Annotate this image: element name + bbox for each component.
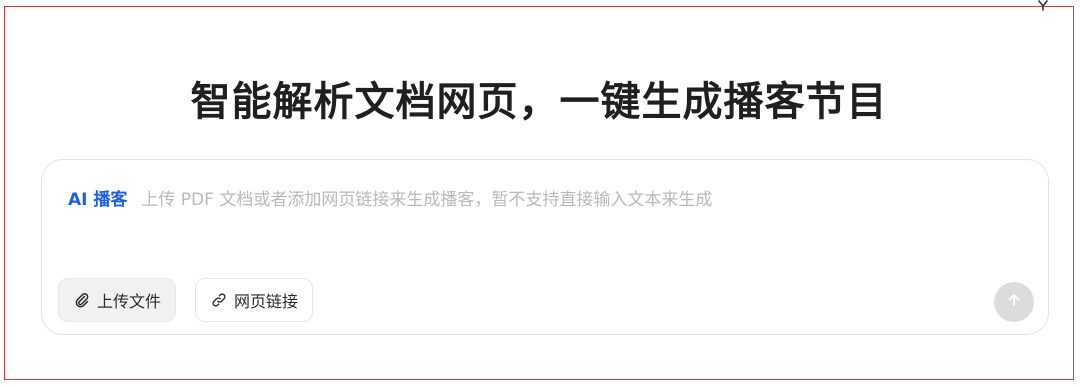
arrow-up-icon — [1006, 292, 1022, 312]
web-link-button[interactable]: 网页链接 — [195, 278, 314, 322]
web-link-label: 网页链接 — [234, 292, 299, 311]
send-button[interactable] — [994, 282, 1034, 322]
prompt-line[interactable]: AI 播客 上传 PDF 文档或者添加网页链接来生成播客，暂不支持直接输入文本来… — [68, 185, 712, 210]
upload-file-label: 上传文件 — [97, 292, 162, 311]
podcast-composer: AI 播客 上传 PDF 文档或者添加网页链接来生成播客，暂不支持直接输入文本来… — [41, 159, 1049, 335]
link-icon — [210, 291, 228, 309]
prompt-placeholder[interactable]: 上传 PDF 文档或者添加网页链接来生成播客，暂不支持直接输入文本来生成 — [141, 185, 712, 210]
mode-tag: AI 播客 — [68, 190, 128, 210]
upload-file-button[interactable]: 上传文件 — [58, 278, 177, 322]
corner-indicator-icon — [1035, 0, 1051, 13]
paperclip-icon — [73, 291, 91, 309]
highlight-frame: 智能解析文档网页，一键生成播客节目 AI 播客 上传 PDF 文档或者添加网页链… — [4, 0, 1074, 380]
page-title: 智能解析文档网页，一键生成播客节目 — [190, 79, 888, 125]
